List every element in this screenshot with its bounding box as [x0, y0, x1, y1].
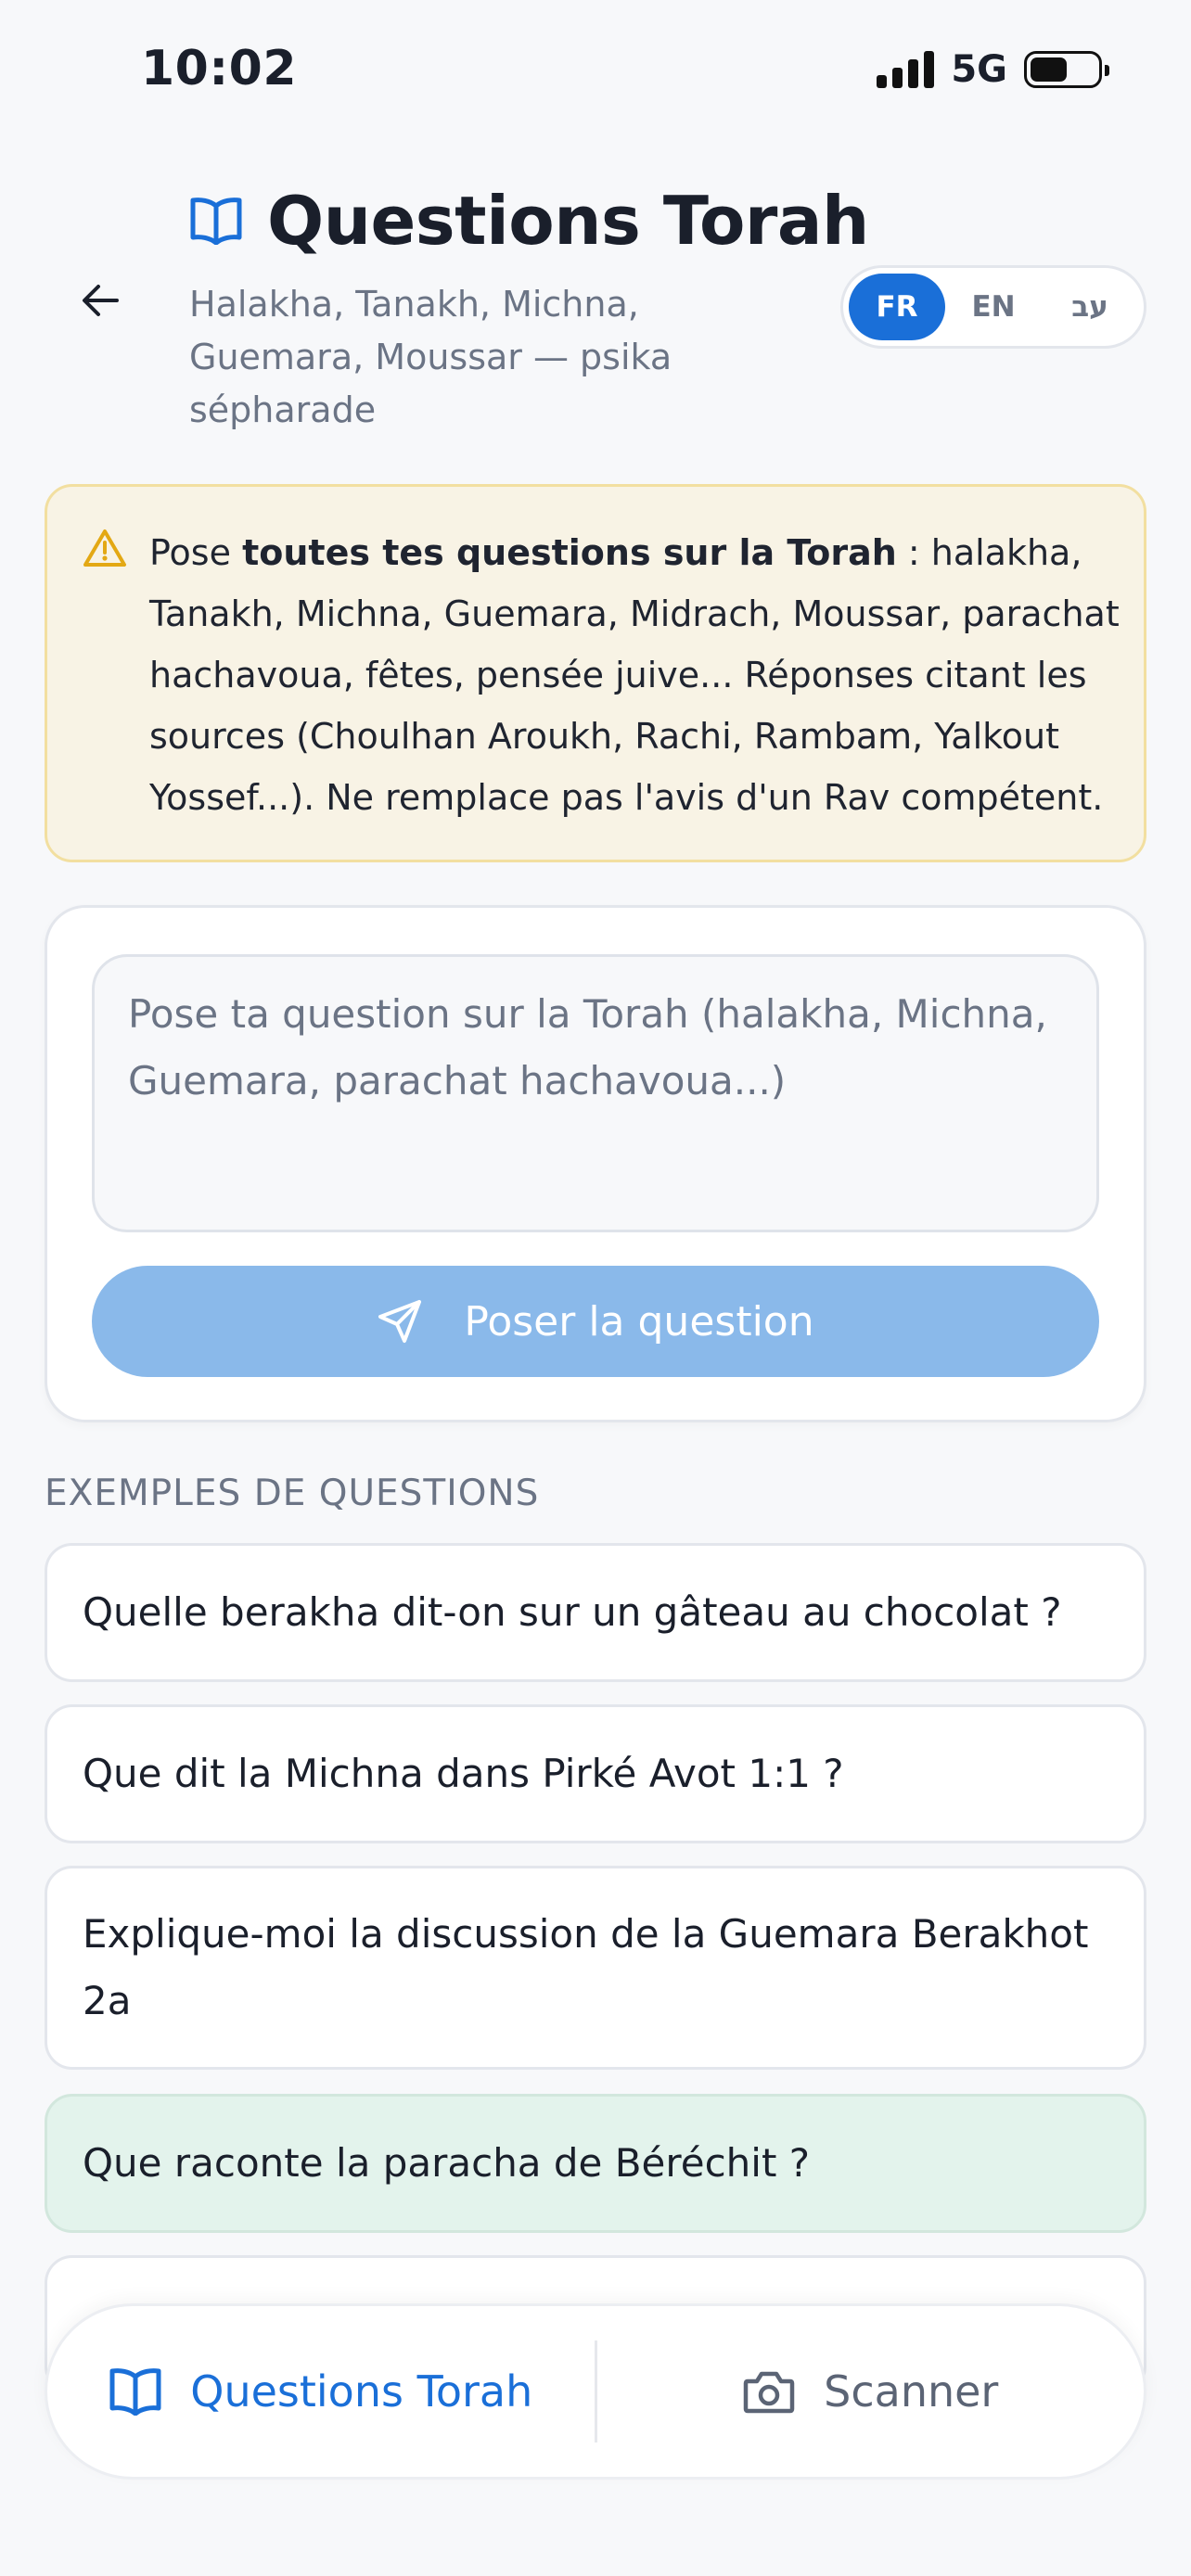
- disclaimer-card: Pose toutes tes questions sur la Torah :…: [45, 484, 1146, 862]
- page-title: Questions Torah: [267, 182, 869, 260]
- disclaimer-body: : halakha, Tanakh, Michna, Guemara, Midr…: [149, 532, 1120, 818]
- examples-heading: EXEMPLES DE QUESTIONS: [45, 1473, 540, 1514]
- disclaimer-text: Pose toutes tes questions sur la Torah :…: [149, 522, 1133, 828]
- status-bar: 10:02 5G: [0, 0, 1191, 139]
- question-card: Poser la question: [45, 905, 1146, 1422]
- lang-option-he[interactable]: עב: [1042, 274, 1138, 340]
- language-switch: FR EN עב: [840, 265, 1146, 349]
- status-time: 10:02: [141, 41, 298, 96]
- camera-icon: [743, 2371, 795, 2414]
- example-question[interactable]: Explique-moi la discussion de la Guemara…: [45, 1866, 1146, 2070]
- tab-scanner[interactable]: Scanner: [597, 2306, 1145, 2477]
- bottom-navigation: Questions Torah Scanner: [45, 2303, 1146, 2480]
- disclaimer-bold: toutes tes questions sur la Torah: [242, 532, 897, 573]
- battery-icon: [1024, 51, 1109, 88]
- signal-icon: [877, 51, 935, 88]
- status-indicators: 5G: [877, 48, 1109, 91]
- disclaimer-prefix: Pose: [149, 532, 243, 573]
- tab-scanner-label: Scanner: [824, 2366, 999, 2417]
- send-icon: [378, 1300, 422, 1343]
- tab-questions-torah-label: Questions Torah: [190, 2366, 533, 2417]
- arrow-left-icon: [83, 285, 119, 316]
- example-question[interactable]: Que dit la Michna dans Pirké Avot 1:1 ?: [45, 1704, 1146, 1843]
- tab-questions-torah[interactable]: Questions Torah: [47, 2306, 595, 2477]
- question-input[interactable]: [92, 954, 1099, 1232]
- submit-question-label: Poser la question: [464, 1297, 814, 1345]
- book-icon: [109, 2368, 161, 2416]
- page-subtitle: Halakha, Tanakh, Michna, Guemara, Moussa…: [189, 284, 672, 430]
- lang-option-fr[interactable]: FR: [849, 274, 945, 340]
- submit-question-button[interactable]: Poser la question: [92, 1266, 1099, 1377]
- page-title-row: Questions Torah: [189, 182, 869, 260]
- example-question[interactable]: Quelle berakha dit-on sur un gâteau au c…: [45, 1543, 1146, 1682]
- example-question[interactable]: Que raconte la paracha de Béréchit ?: [45, 2094, 1146, 2233]
- page: 10:02 5G Questions Torah Halakha, Tanakh…: [0, 0, 1191, 2576]
- book-icon: [190, 198, 242, 245]
- back-button[interactable]: [78, 278, 122, 323]
- network-type: 5G: [951, 48, 1007, 91]
- warning-icon: [83, 529, 126, 567]
- lang-option-en[interactable]: EN: [945, 274, 1042, 340]
